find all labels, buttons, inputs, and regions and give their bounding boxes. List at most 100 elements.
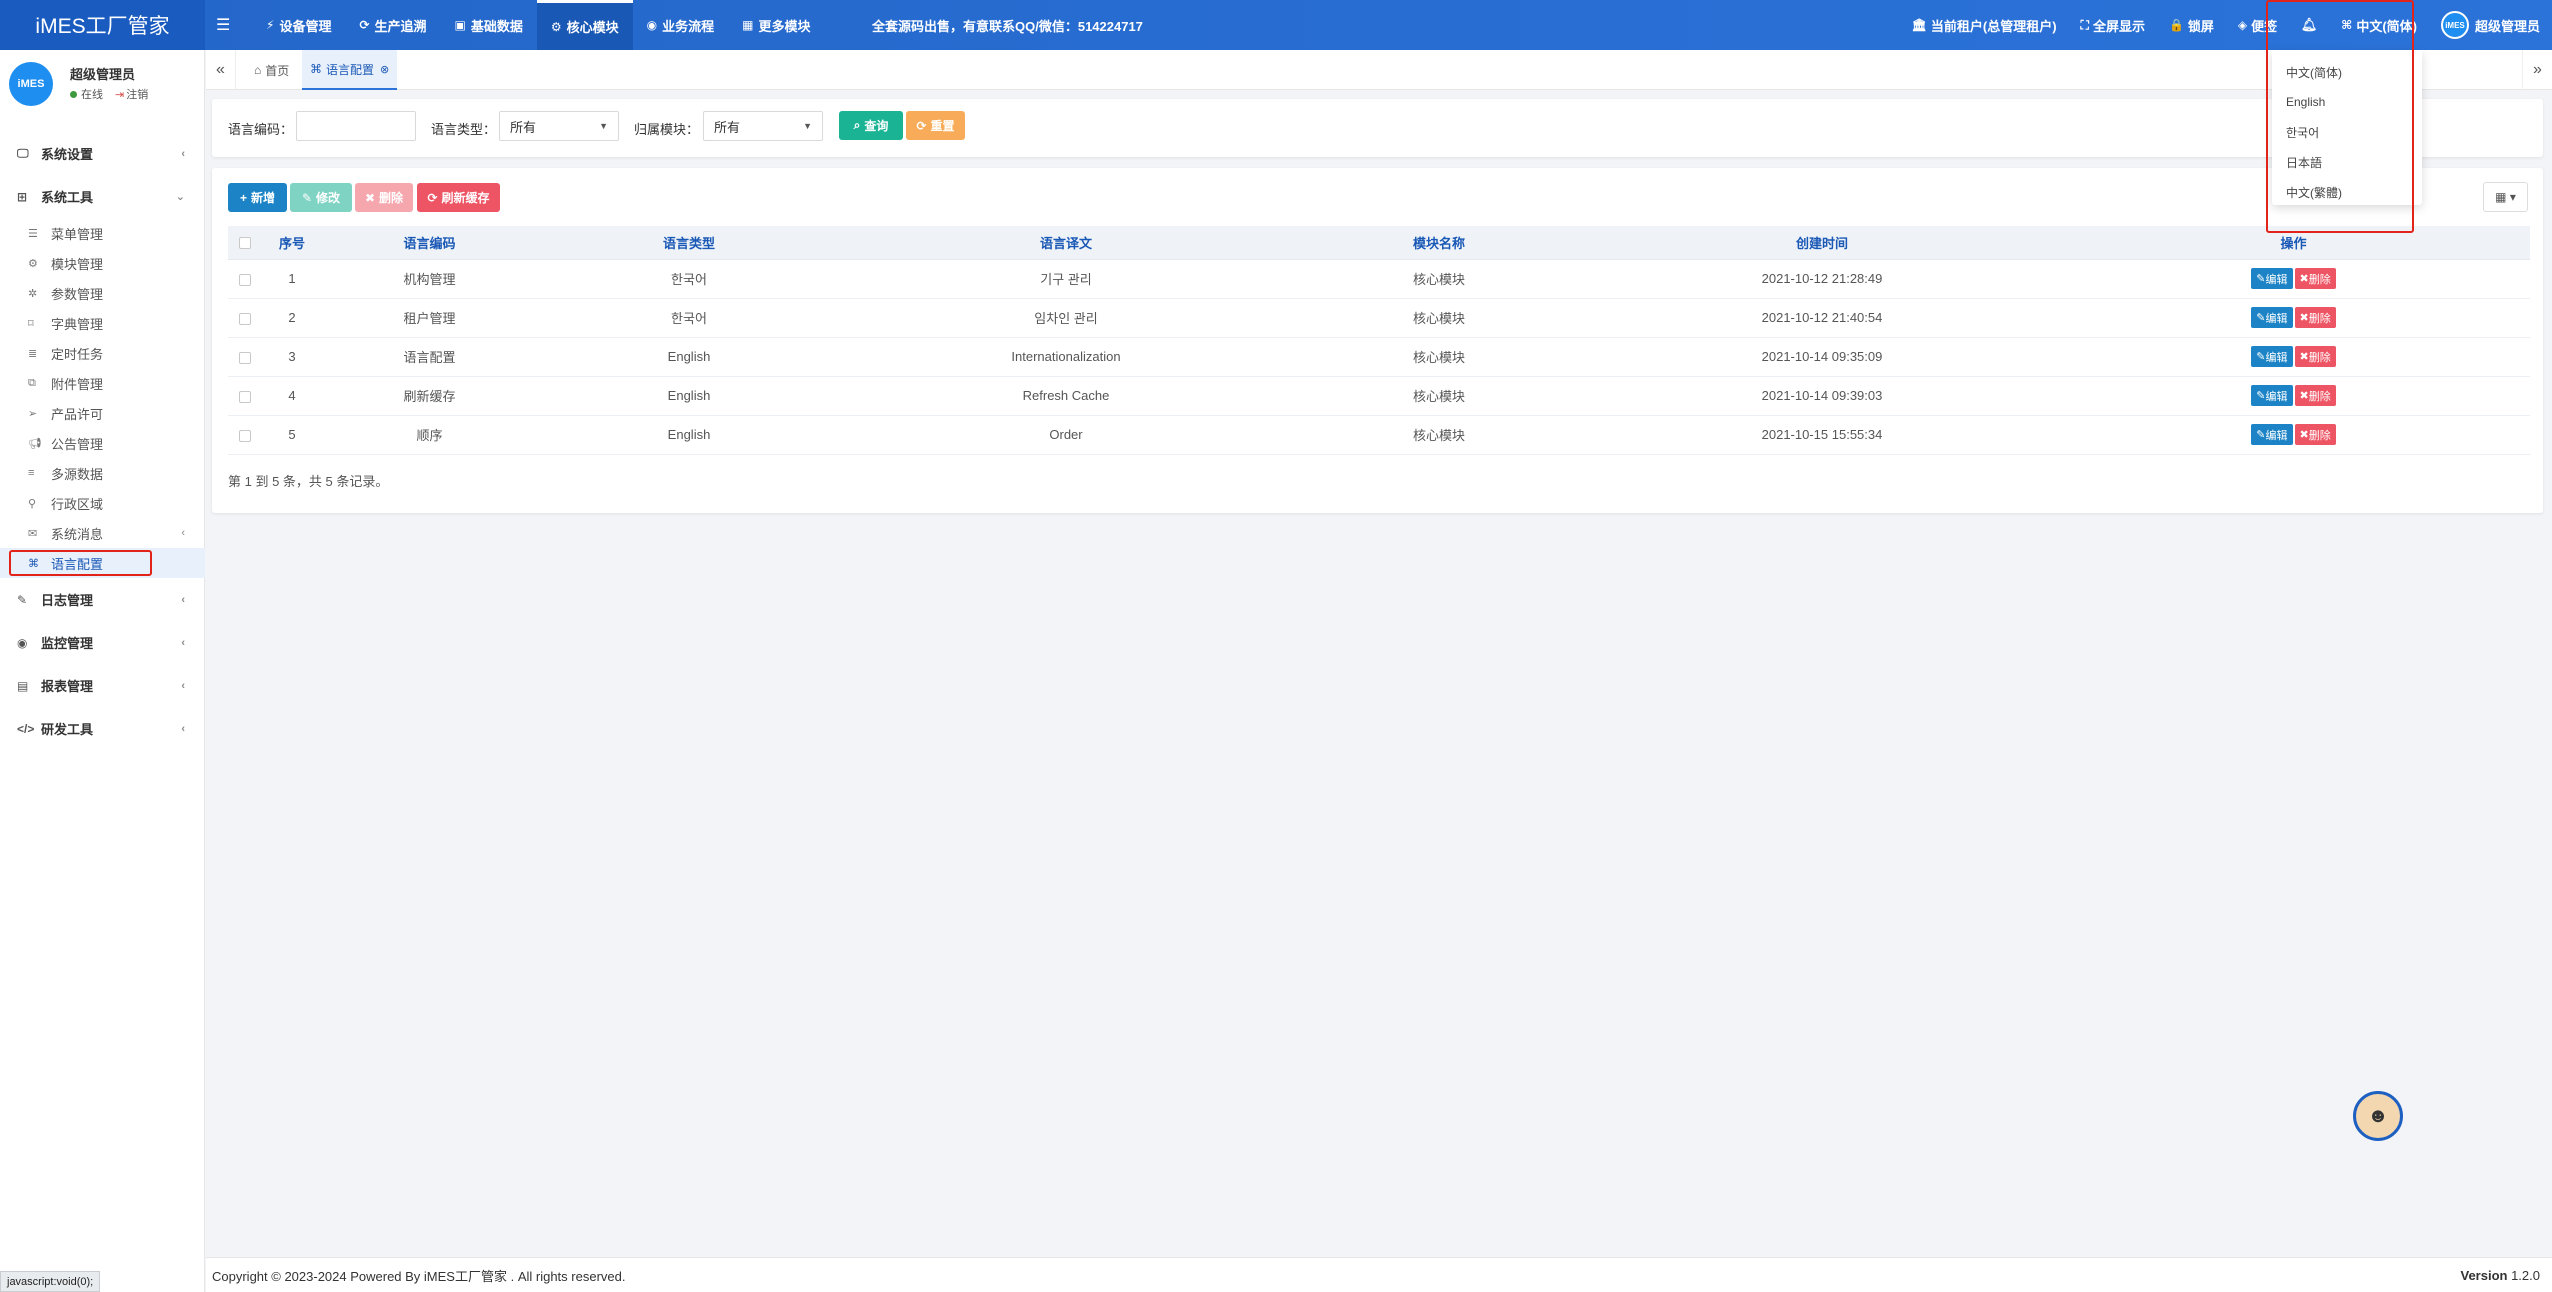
chevron-left-icon: ‹ <box>181 593 185 606</box>
row-edit-button[interactable]: ✎ 编辑 <box>2251 424 2293 445</box>
cell-actions: ✎ 编辑 ✖ 删除 <box>2057 376 2530 416</box>
eye-icon: ◉ <box>646 18 658 32</box>
sidebar-item-scheduled-task[interactable]: ≣ 定时任务 <box>0 338 205 368</box>
close-icon: ✖ <box>364 190 376 205</box>
row-edit-button[interactable]: ✎ 编辑 <box>2251 268 2293 289</box>
row-delete-button[interactable]: ✖ 删除 <box>2294 268 2336 289</box>
col-header[interactable]: 模块名称 <box>1291 226 1587 260</box>
table-row[interactable]: 4 刷新缓存 English Refresh Cache 核心模块 2021-1… <box>228 376 2530 416</box>
col-header[interactable]: 语言编码 <box>322 226 537 260</box>
table-row[interactable]: 2 租户管理 한국어 임차인 관리 核心模块 2021-10-12 21:40:… <box>228 298 2530 338</box>
sidebar-item-module-manage[interactable]: ⚙ 模块管理 <box>0 248 205 278</box>
cell-module: 核心模块 <box>1291 337 1587 377</box>
app-logo[interactable]: iMES工厂管家 <box>0 0 205 50</box>
sidebar-item-dict-manage[interactable]: ⌑ 字典管理 <box>0 308 205 338</box>
row-delete-button[interactable]: ✖ 删除 <box>2294 346 2336 367</box>
avatar[interactable]: iMES <box>9 62 53 106</box>
sidebar-item-param-manage[interactable]: ✲ 参数管理 <box>0 278 205 308</box>
col-header[interactable]: 创建时间 <box>1587 226 2057 260</box>
chevron-left-icon: ‹ <box>181 527 185 539</box>
row-checkbox[interactable] <box>239 351 251 364</box>
language-code-input[interactable] <box>296 111 416 141</box>
row-checkbox[interactable] <box>239 273 251 286</box>
select-all-checkbox[interactable] <box>239 237 251 250</box>
version-info: Version 1.2.0 <box>2460 1267 2540 1283</box>
fullscreen-button[interactable]: ⛶ 全屏显示 <box>2069 0 2157 50</box>
plus-icon: + <box>239 190 247 205</box>
user-menu[interactable]: iMES 超级管理员 <box>2429 0 2552 50</box>
row-delete-button[interactable]: ✖ 删除 <box>2294 307 2336 328</box>
eye-icon: ◉ <box>17 635 28 650</box>
sidebar-group-dev-tools[interactable]: </> 研发工具 ‹ <box>0 707 205 750</box>
chevron-left-icon: ‹ <box>181 147 185 160</box>
paper-plane-icon: ➢ <box>28 407 38 420</box>
sidebar-item-multi-source-data[interactable]: ≡ 多源数据 <box>0 458 205 488</box>
sidebar-group-system-settings[interactable]: 🖵 系统设置 ‹ <box>0 132 205 175</box>
refresh-cache-button[interactable]: ⟳ 刷新缓存 <box>417 183 500 212</box>
sidebar-item-product-license[interactable]: ➢ 产品许可 <box>0 398 205 428</box>
row-checkbox[interactable] <box>239 429 251 442</box>
sidebar-item-menu-manage[interactable]: ☰ 菜单管理 <box>0 218 205 248</box>
delete-button[interactable]: ✖ 删除 <box>355 183 413 212</box>
row-edit-button[interactable]: ✎ 编辑 <box>2251 385 2293 406</box>
tab-language-config[interactable]: ⌘ 语言配置 ⊗ <box>302 50 398 90</box>
row-checkbox[interactable] <box>239 390 251 403</box>
reset-button[interactable]: ⟳ 重置 <box>906 111 965 140</box>
sidebar-item-attachment-manage[interactable]: ⧉ 附件管理 <box>0 368 205 398</box>
sidebar-group-monitor-manage[interactable]: ◉ 监控管理 ‹ <box>0 621 205 664</box>
module-select[interactable]: 所有 ▼ <box>703 111 823 141</box>
chevron-left-icon: ‹ <box>181 722 185 735</box>
logout-link[interactable]: ⇥ 注销 <box>115 86 148 102</box>
id-card-icon: ▣ <box>454 18 466 32</box>
sidebar-item-notice-manage[interactable]: 📢︎ 公告管理 <box>0 428 205 458</box>
chat-assistant-avatar[interactable]: ☻ <box>2353 1091 2403 1141</box>
pagination-info: 第 1 到 5 条，共 5 条记录。 <box>228 474 389 489</box>
table-row[interactable]: 5 顺序 English Order 核心模块 2021-10-15 15:55… <box>228 415 2530 455</box>
cell-actions: ✎ 编辑 ✖ 删除 <box>2057 415 2530 455</box>
sidebar-group-log-manage[interactable]: ✎ 日志管理 ‹ <box>0 578 205 621</box>
topnav-more-modules[interactable]: ▦ 更多模块 <box>728 0 824 50</box>
row-delete-button[interactable]: ✖ 删除 <box>2294 385 2336 406</box>
cell-time: 2021-10-12 21:40:54 <box>1587 298 2057 338</box>
row-edit-button[interactable]: ✎ 编辑 <box>2251 307 2293 328</box>
sidebar-item-admin-region[interactable]: ⚲ 行政区域 <box>0 488 205 518</box>
col-header[interactable]: 序号 <box>262 226 322 260</box>
col-header[interactable]: 语言译文 <box>841 226 1291 260</box>
add-button[interactable]: + 新增 <box>228 183 287 212</box>
query-button[interactable]: ⌕ 查询 <box>839 111 903 140</box>
menu-toggle-icon[interactable]: ☰ <box>216 0 230 50</box>
edit-button[interactable]: ✎ 修改 <box>290 183 352 212</box>
row-delete-button[interactable]: ✖ 删除 <box>2294 424 2336 445</box>
tenant-switch[interactable]: 🏛 当前租户(总管理租户) <box>1900 0 2069 50</box>
copy-icon: ⧉ <box>28 376 36 389</box>
row-edit-button[interactable]: ✎ 编辑 <box>2251 346 2293 367</box>
edit-icon: ✎ <box>17 592 28 607</box>
columns-toggle-button[interactable]: ▦ ▾ <box>2483 182 2528 212</box>
sidebar-group-report-manage[interactable]: ▤ 报表管理 ‹ <box>0 664 205 707</box>
cell-no: 1 <box>262 259 322 299</box>
topnav-equipment[interactable]: ⚡ 设备管理 <box>252 0 345 50</box>
sidebar-item-language-config[interactable]: ⌘ 语言配置 <box>0 548 205 578</box>
lock-screen-button[interactable]: 🔒 锁屏 <box>2157 0 2226 50</box>
topnav-core-module[interactable]: ⚙ 核心模块 <box>536 0 633 50</box>
topnav-traceability[interactable]: ⟳ 生产追溯 <box>345 0 440 50</box>
language-type-select[interactable]: 所有 ▼ <box>499 111 619 141</box>
sidebar-item-system-message[interactable]: ✉ 系统消息 ‹ <box>0 518 205 548</box>
top-navbar: iMES工厂管家 ☰ ⚡ 设备管理 ⟳ 生产追溯 ▣ 基础数据 ⚙ 核心模块 ◉ 业务流程… <box>0 0 2552 50</box>
highlight-outline <box>9 550 152 576</box>
bookmark-icon: ⌑ <box>28 317 34 330</box>
topnav-business-flow[interactable]: ◉ 业务流程 <box>633 0 729 50</box>
report-icon: ▤ <box>17 678 29 693</box>
sidebar-group-system-tools[interactable]: ⊞ 系统工具 ⌄ <box>0 175 205 218</box>
tab-home[interactable]: ⌂ 首页 <box>246 50 297 90</box>
row-checkbox[interactable] <box>239 312 251 325</box>
table-row[interactable]: 1 机构管理 한국어 기구 관리 核心模块 2021-10-12 21:28:4… <box>228 259 2530 299</box>
tab-close-icon[interactable]: ⊗ <box>380 63 389 76</box>
expand-icon: ⛶ <box>2080 17 2089 32</box>
table-row[interactable]: 3 语言配置 English Internationalization 核心模块… <box>228 337 2530 377</box>
tab-scroll-left-icon[interactable]: « <box>206 50 236 90</box>
col-header[interactable]: 语言类型 <box>537 226 841 260</box>
topnav-basic-data[interactable]: ▣ 基础数据 <box>441 0 537 50</box>
cell-text: 임차인 관리 <box>841 298 1291 338</box>
tab-scroll-right-icon[interactable]: » <box>2522 50 2552 90</box>
